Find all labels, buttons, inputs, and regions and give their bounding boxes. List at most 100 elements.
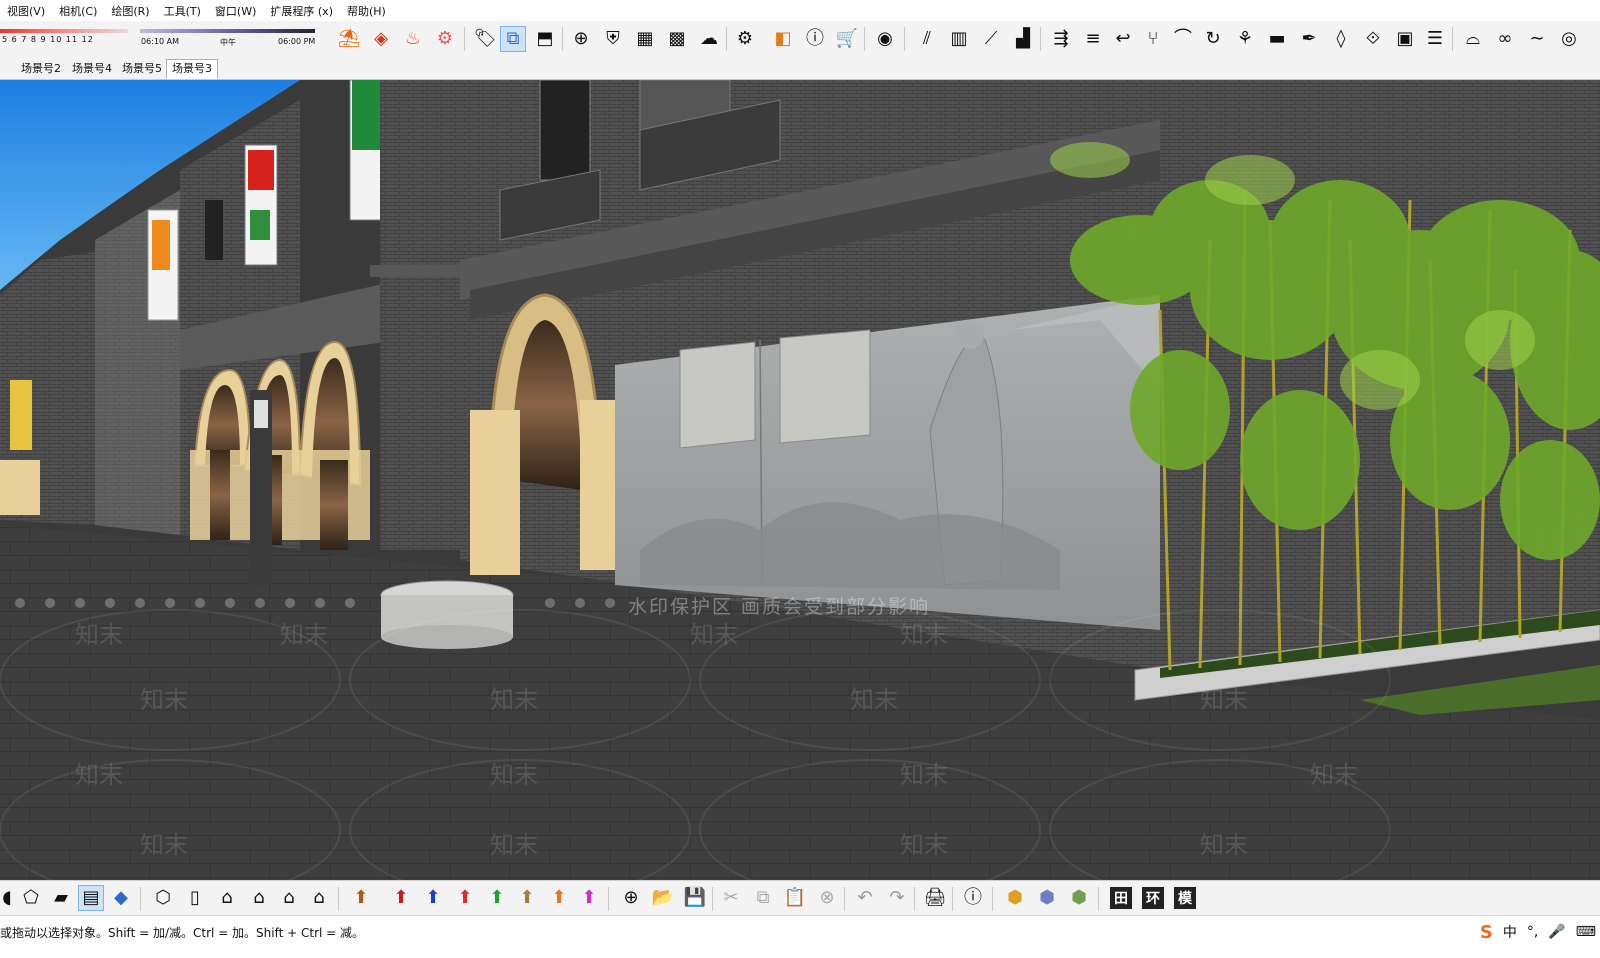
front-view-icon[interactable]: ⌂ xyxy=(214,885,240,911)
layers-icon[interactable]: ◊ xyxy=(1328,26,1354,52)
account-icon[interactable]: ◉ xyxy=(872,26,898,52)
open-folder-icon[interactable]: 📂 xyxy=(650,885,676,911)
face-icon[interactable]: ▰ xyxy=(48,885,74,911)
ime-language[interactable]: 中 xyxy=(1503,922,1517,942)
chain-icon[interactable]: ∞ xyxy=(1492,26,1518,52)
extension-settings-icon[interactable]: ⚙ xyxy=(732,26,758,52)
component-replace-icon[interactable]: ⬒ xyxy=(532,26,558,52)
time-slider[interactable] xyxy=(140,29,315,33)
menu-tools[interactable]: 工具(T) xyxy=(157,3,208,19)
top-view-icon[interactable]: ▯ xyxy=(182,885,208,911)
cloud-upload-icon[interactable]: ☁ xyxy=(696,26,722,52)
warehouse-cube-icon[interactable]: ⬢ xyxy=(1034,885,1060,911)
warehouse-icon[interactable]: ◧ xyxy=(770,26,796,52)
iso-view-icon[interactable]: ⬡ xyxy=(150,885,176,911)
curve-arrow-icon[interactable]: ↩ xyxy=(1110,26,1136,52)
cart-icon[interactable]: 🛒 xyxy=(834,26,860,52)
menu-view[interactable]: 视图(V) xyxy=(0,3,52,19)
month-slider[interactable] xyxy=(0,29,128,33)
component-cube-icon[interactable]: ⬢ xyxy=(1002,885,1028,911)
model-viewport[interactable]: 水印保护区 画质会受到部分影响 知末 知末 知末 知末 知末 知末 知末 知末 … xyxy=(0,80,1600,880)
shield-icon[interactable]: ⛨ xyxy=(600,26,626,52)
redo-icon[interactable]: ↷ xyxy=(884,885,910,911)
menu-extensions[interactable]: 扩展程序 (x) xyxy=(263,3,340,19)
menu-help[interactable]: 帮助(H) xyxy=(340,3,393,19)
sogou-logo-icon[interactable]: S xyxy=(1480,922,1493,943)
delete-icon[interactable]: ⊗ xyxy=(814,885,840,911)
menu-draw[interactable]: 绘图(R) xyxy=(104,3,156,19)
scene-tabs: 场景号2 场景号4 场景号5 场景号3 xyxy=(0,57,1600,80)
tree-tool-icon[interactable]: ⚘ xyxy=(1232,26,1258,52)
sandbox-5-icon[interactable]: ⬆ xyxy=(514,885,540,911)
render-settings-icon[interactable]: ⚙ xyxy=(432,26,458,52)
building-report-icon[interactable]: ▦ xyxy=(632,26,658,52)
shadow-settings[interactable]: 5 6 7 8 9 10 11 12 06:10 AM 中午 06:00 PM xyxy=(0,23,320,55)
tab-scene-4[interactable]: 场景号4 xyxy=(66,59,118,79)
info-icon[interactable]: ⓘ xyxy=(802,26,828,52)
target-icon[interactable]: ◎ xyxy=(1556,26,1582,52)
plate-icon[interactable]: ▬ xyxy=(1264,26,1290,52)
shape-icon[interactable]: ⬠ xyxy=(18,885,44,911)
layers-stack-icon[interactable]: ◈ xyxy=(368,26,394,52)
model-button[interactable]: 模 xyxy=(1174,887,1196,909)
wave-icon[interactable]: ∼ xyxy=(1524,26,1550,52)
parallel-lines-icon[interactable]: ≡ xyxy=(1080,26,1106,52)
watermark-text: 知末 xyxy=(490,686,538,714)
tab-scene-3[interactable]: 场景号3 xyxy=(166,59,218,79)
component-select-icon[interactable]: ⧉ xyxy=(500,26,526,52)
sandbox-7-icon[interactable]: ⬆ xyxy=(576,885,602,911)
sandbox-2-icon[interactable]: ⬆ xyxy=(420,885,446,911)
model-info-icon[interactable]: ⓘ xyxy=(960,885,986,911)
print-icon[interactable]: 🖨 xyxy=(922,885,948,911)
right-view-icon[interactable]: ⌂ xyxy=(246,885,272,911)
sandbox-4-icon[interactable]: ⬆ xyxy=(484,885,510,911)
bars-icon[interactable]: ▟ xyxy=(1010,26,1036,52)
checker-icon[interactable]: ▩ xyxy=(664,26,690,52)
tab-scene-2[interactable]: 场景号2 xyxy=(15,59,67,79)
left-view-icon[interactable]: ⌂ xyxy=(306,885,332,911)
extension-cube-icon[interactable]: ⬢ xyxy=(1066,885,1092,911)
arch-icon[interactable]: ⌒ xyxy=(1170,26,1196,52)
grid-icon[interactable]: ▥ xyxy=(946,26,972,52)
split-tool-icon[interactable]: ⇶ xyxy=(1048,26,1074,52)
loop-icon[interactable]: ↻ xyxy=(1200,26,1226,52)
save-icon[interactable]: 💾 xyxy=(682,885,708,911)
eraser-icon[interactable]: ◖ xyxy=(0,885,20,911)
back-view-icon[interactable]: ⌂ xyxy=(276,885,302,911)
tag-icon[interactable]: 🏷 xyxy=(472,26,498,52)
menu-window[interactable]: 窗口(W) xyxy=(208,3,263,19)
box-icon[interactable]: ▣ xyxy=(1392,26,1418,52)
keyboard-icon[interactable]: ⌨ xyxy=(1576,924,1596,940)
ime-punctuation[interactable]: °, xyxy=(1527,924,1538,940)
add-circle-icon[interactable]: ⊕ xyxy=(568,26,594,52)
watermark-text: 知末 xyxy=(75,761,123,789)
sandbox-3-icon[interactable]: ⬆ xyxy=(452,885,478,911)
stack-icon[interactable]: ☰ xyxy=(1422,26,1448,52)
sandbox-icon[interactable]: ⬆ xyxy=(388,885,414,911)
microphone-icon[interactable]: 🎤 xyxy=(1548,924,1565,940)
field-button[interactable]: 田 xyxy=(1110,887,1132,909)
menu-camera[interactable]: 相机(C) xyxy=(52,3,104,19)
watermark-text: 知末 xyxy=(900,761,948,789)
env-button[interactable]: 环 xyxy=(1142,887,1164,909)
stairs-icon[interactable]: ⫽ xyxy=(914,26,940,52)
slope-icon[interactable]: ⟋ xyxy=(978,26,1004,52)
watermark-notice: 水印保护区 画质会受到部分影响 xyxy=(628,596,931,618)
branch-icon[interactable]: ⑂ xyxy=(1140,26,1166,52)
new-icon[interactable]: ⊕ xyxy=(618,885,644,911)
push-pull-icon[interactable]: ⬆ xyxy=(348,885,374,911)
pen-icon[interactable]: ✒ xyxy=(1296,26,1322,52)
cut-icon[interactable]: ✂ xyxy=(718,885,744,911)
dome-icon[interactable]: ⌓ xyxy=(1460,26,1486,52)
sandbox-6-icon[interactable]: ⬆ xyxy=(546,885,572,911)
undo-icon[interactable]: ↶ xyxy=(852,885,878,911)
watermark-text: 知末 xyxy=(900,621,948,649)
sunlight-icon[interactable]: ⛱ xyxy=(336,26,362,52)
copy-icon[interactable]: ⧉ xyxy=(750,885,776,911)
material-icon[interactable]: ◆ xyxy=(108,885,134,911)
style-icon[interactable]: ▤ xyxy=(78,885,104,911)
fire-render-icon[interactable]: ♨ xyxy=(400,26,426,52)
paste-icon[interactable]: 📋 xyxy=(782,885,808,911)
tab-scene-5[interactable]: 场景号5 xyxy=(116,59,168,79)
layers-alt-icon[interactable]: ⟐ xyxy=(1360,26,1386,52)
